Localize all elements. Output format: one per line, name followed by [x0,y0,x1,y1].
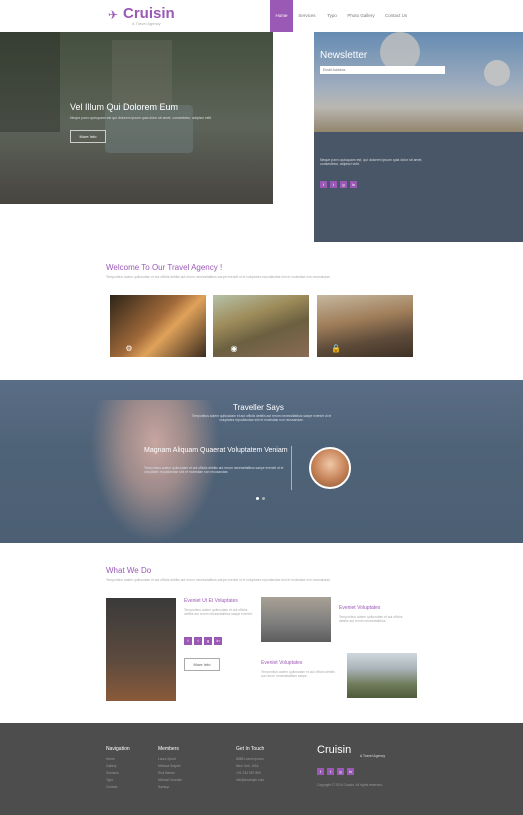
lock-icon[interactable]: 🔒 [331,344,341,354]
what-we-do-main-title: Eveniet Ut Et Voluptates [184,598,238,604]
footer [0,723,523,815]
footer-link[interactable]: Home [106,757,115,761]
welcome-title: Welcome To Our Travel Agency ! [106,263,223,272]
newsletter-text: Neque porro quisquam est, qui dolorem ip… [320,158,423,166]
footer-member[interactable]: Sansup [158,785,169,789]
what-we-do-item3-title: Eveniet Voluptates [261,660,303,666]
slider-dot-1[interactable] [256,497,259,500]
footer-contact-item: +01 234 567 890 [236,771,261,775]
what-we-do-text: Temporibus autem quibusdam et aut offici… [106,578,331,582]
header [0,0,523,32]
what-we-do-image-3 [347,653,417,698]
testimonial-quote-title: Magnam Aliquam Quaerat Voluptatem Veniam [144,447,288,454]
gear-icon[interactable]: ⚙ [124,344,134,354]
nav-photo-gallery[interactable]: Photo Gallery [346,0,376,32]
slider-dot-2[interactable] [262,497,265,500]
welcome-image-2[interactable] [213,295,309,357]
google-plus-icon[interactable]: g [340,181,347,188]
footer-link[interactable]: Gallery [106,764,116,768]
hero-more-info-button[interactable]: More Info [70,130,106,143]
what-we-do-main-text: Temporibus autem quibusdam et aut offici… [184,608,253,616]
testimonial-title: Traveller Says [233,403,284,412]
avatar [309,447,351,489]
nav-home[interactable]: Home [270,0,293,32]
what-we-do-image-2 [261,597,331,642]
facebook-icon[interactable]: f [320,181,327,188]
hero-text: Neque porro quisquam est qui dolorem ips… [70,116,212,120]
twitter-icon[interactable]: t [327,768,334,775]
footer-copyright: Copyright © 2016 Cruisin. All rights res… [317,783,383,787]
footer-link[interactable]: Services [106,771,119,775]
what-we-do-main-image [106,598,176,701]
newsletter-email-input[interactable] [320,66,445,74]
footer-link[interactable]: Contact [106,785,117,789]
testimonial-subtitle: Temporibus autem quibusdam et aut offici… [191,414,332,422]
footer-member[interactable]: Melissa Stapire [158,764,181,768]
footer-member[interactable]: Laura Spoid [158,757,176,761]
facebook-icon[interactable]: f [317,768,324,775]
what-we-do-item2-text: Temporibus autem quibusdam et aut offici… [339,615,403,623]
what-we-do-item2-title: Eveniet Voluptates [339,605,381,611]
footer-contact-item[interactable]: info@example.com [236,778,264,782]
what-we-do-more-info-button[interactable]: More Info [184,658,220,671]
footer-logo-tagline: A Travel Agency [360,754,386,758]
logo-icon[interactable]: ✈ [108,8,120,22]
footer-contact-title: Get In Touch [236,746,265,752]
nav-typo[interactable]: Typo [322,0,342,32]
logo-tagline: A Travel Agency [132,21,161,26]
hero-title: Vel Illum Qui Dolorem Eum [70,102,179,112]
nav-services[interactable]: Services [297,0,317,32]
newsletter-overlay [314,32,523,242]
footer-logo[interactable]: Cruisin [317,744,351,756]
newsletter-title: Newsletter [320,50,368,61]
footer-navigation-title: Navigation [106,746,130,752]
nav-contact[interactable]: Contact Us [382,0,410,32]
twitter-icon[interactable]: t [330,181,337,188]
testimonial-quote-text: Temporibus autem quibusdam et aut offici… [144,466,284,474]
footer-member[interactable]: Rick Barton [158,771,175,775]
facebook-icon[interactable]: f [184,637,192,645]
testimonial-divider [291,446,292,490]
footer-link[interactable]: Typo [106,778,113,782]
linkedin-icon[interactable]: in [214,637,222,645]
linkedin-icon[interactable]: in [350,181,357,188]
google-plus-icon[interactable]: g [204,637,212,645]
what-we-do-title: What We Do [106,566,152,575]
linkedin-icon[interactable]: in [347,768,354,775]
welcome-text: Temporibus autem quibusdam et aut offici… [106,275,331,279]
google-plus-icon[interactable]: g [337,768,344,775]
footer-contact-item: 8088 Lorem Ipsum [236,757,264,761]
logo[interactable]: Cruisin [123,5,175,22]
eye-icon[interactable]: ◉ [229,344,239,354]
footer-contact-item: New York, USA [236,764,259,768]
footer-member[interactable]: Michael Sowden [158,778,182,782]
what-we-do-item3-text: Temporibus autem quibusdam et aut offici… [261,670,335,678]
footer-members-title: Members [158,746,179,752]
twitter-icon[interactable]: t [194,637,202,645]
